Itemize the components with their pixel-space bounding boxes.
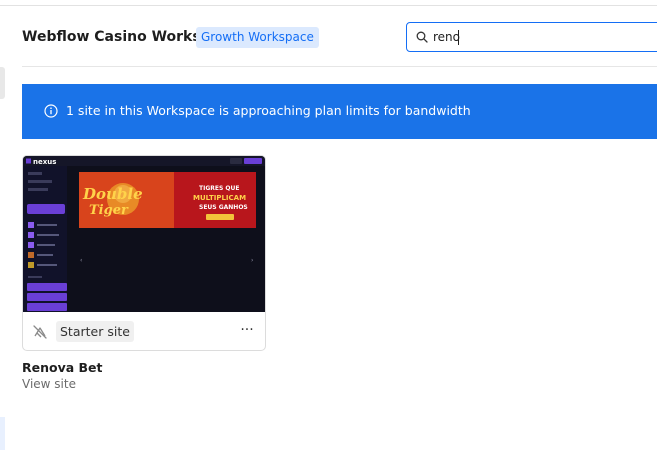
thumb-hero-line-2: MULTIPLICAM: [193, 194, 246, 202]
more-options-icon[interactable]: ···: [235, 320, 259, 342]
text-cursor: [458, 30, 459, 45]
thumb-brand: nexus: [33, 158, 56, 166]
site-card[interactable]: nexus Double Tiger TIGRES QUE MULTIPLICA…: [22, 155, 266, 351]
search-icon: [416, 31, 428, 43]
thumb-hero-line-3: SEUS GANHOS: [199, 204, 248, 211]
workspace-header: Webflow Casino Works... Growth Workspace: [22, 20, 657, 56]
header-divider: [22, 66, 657, 67]
sidebar-edge-tab-active[interactable]: [0, 417, 5, 450]
site-name[interactable]: Renova Bet: [22, 360, 103, 375]
plan-badge[interactable]: Growth Workspace: [196, 27, 319, 48]
search-input[interactable]: [433, 27, 633, 47]
sidebar-edge-tab[interactable]: [0, 67, 5, 99]
search-box[interactable]: [406, 22, 657, 52]
unpublished-icon: [33, 325, 47, 339]
info-icon: [44, 104, 58, 118]
thumb-next-arrow: ›: [251, 257, 253, 264]
workspace-title[interactable]: Webflow Casino Works...: [22, 29, 217, 45]
site-plan-chip: Starter site: [56, 321, 134, 342]
thumb-prev-arrow: ‹: [80, 257, 82, 264]
bandwidth-alert-banner: 1 site in this Workspace is approaching …: [22, 84, 657, 139]
view-site-link[interactable]: View site: [22, 377, 76, 391]
thumbnail-preview: nexus Double Tiger TIGRES QUE MULTIPLICA…: [23, 156, 265, 312]
thumb-hero-script-2: Tiger: [89, 203, 129, 218]
top-divider: [0, 5, 657, 6]
site-card-footer: Starter site ···: [23, 312, 265, 350]
alert-message: 1 site in this Workspace is approaching …: [66, 103, 471, 118]
site-thumbnail[interactable]: nexus Double Tiger TIGRES QUE MULTIPLICA…: [23, 156, 265, 312]
thumb-hero-line-1: TIGRES QUE: [199, 185, 239, 192]
thumb-hero-script: Double: [82, 185, 143, 203]
